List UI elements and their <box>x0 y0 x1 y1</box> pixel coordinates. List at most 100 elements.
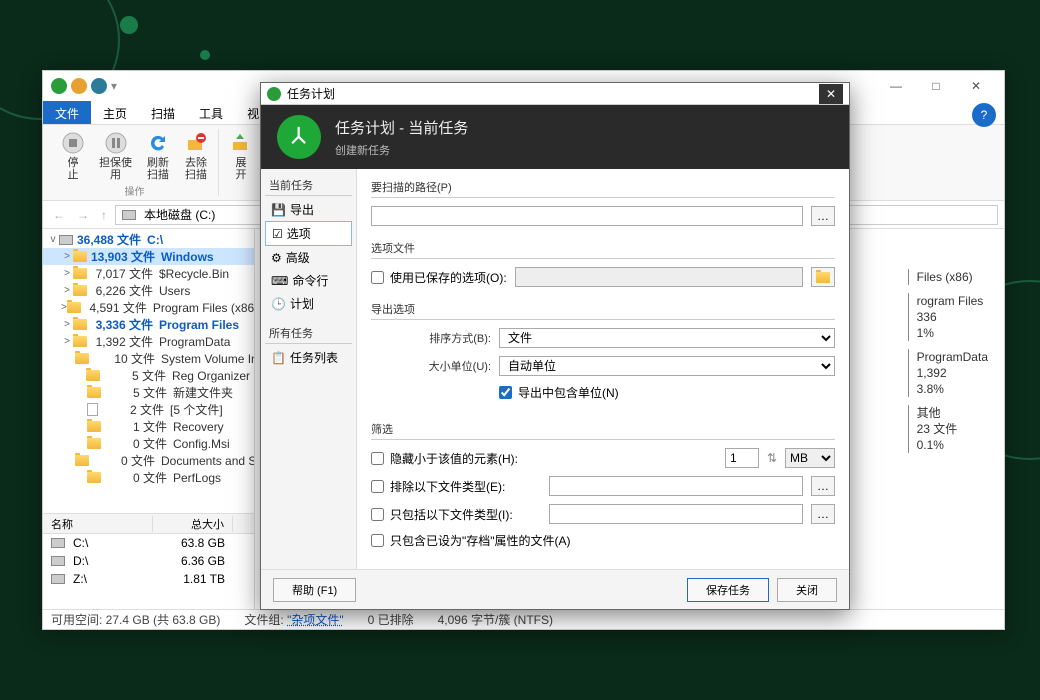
exclude-types-browse[interactable]: … <box>811 476 835 496</box>
close-button[interactable]: ✕ <box>956 72 996 100</box>
tab-home[interactable]: 主页 <box>91 101 139 124</box>
qat-dropdown-icon[interactable]: ▾ <box>111 79 117 93</box>
tree-row[interactable]: v36,488 文件C:\ <box>43 231 254 248</box>
tree-row[interactable]: >1,392 文件ProgramData <box>43 333 254 350</box>
gear-icon: ⚙ <box>271 251 282 265</box>
guarantee-button[interactable]: 担保使 用 <box>93 129 138 183</box>
only-archive-check[interactable] <box>371 534 384 547</box>
refresh-icon <box>146 131 170 155</box>
sort-select[interactable]: 文件 <box>499 328 835 348</box>
drive-icon <box>51 574 65 584</box>
tab-file[interactable]: 文件 <box>43 101 91 124</box>
folder-icon <box>73 319 87 330</box>
only-types-browse[interactable]: … <box>811 504 835 524</box>
expand-button[interactable]: 展 开 <box>223 129 259 183</box>
help-button[interactable]: ? <box>972 103 996 127</box>
side-item-任务列表[interactable]: 📋任务列表 <box>265 346 352 369</box>
stat-group: ProgramData1,3923.8% <box>908 349 988 397</box>
tree-row[interactable]: 0 文件PerfLogs <box>43 469 254 486</box>
dialog-header-subtitle: 创建新任务 <box>335 142 468 158</box>
scan-path-input[interactable] <box>371 206 803 226</box>
stop-button[interactable]: 停 止 <box>55 129 91 183</box>
qat-icon-1[interactable] <box>71 78 87 94</box>
folder-icon <box>86 370 100 381</box>
stat-group: rogram Files3361% <box>908 293 988 341</box>
maximize-button[interactable]: □ <box>916 72 956 100</box>
drive-icon <box>51 556 65 566</box>
drive-table: 名称 总大小 C:\63.8 GBD:\6.36 GBZ:\1.81 TB <box>43 513 254 609</box>
list-icon: 📋 <box>271 351 286 365</box>
cmd-icon: ⌨ <box>271 274 288 288</box>
fs-filter-title: 筛选 <box>371 421 835 440</box>
drive-row[interactable]: D:\6.36 GB <box>43 552 254 570</box>
stats-overlay: Files (x86)rogram Files3361%ProgramData1… <box>908 269 988 461</box>
side-item-计划[interactable]: 🕒计划 <box>265 292 352 315</box>
exclude-types-check[interactable] <box>371 480 384 493</box>
dialog-close-button[interactable]: ✕ <box>819 84 843 104</box>
exclude-types-input[interactable] <box>549 476 803 496</box>
browse-options-button[interactable] <box>811 267 835 287</box>
only-types-input[interactable] <box>549 504 803 524</box>
tree-row[interactable]: >3,336 文件Program Files <box>43 316 254 333</box>
tab-scan[interactable]: 扫描 <box>139 101 187 124</box>
dialog-footer: 帮助 (F1) 保存任务 关闭 <box>261 569 849 609</box>
dialog-logo-icon <box>277 115 321 159</box>
status-filegroup-link[interactable]: "杂项文件" <box>287 613 344 627</box>
tree-row[interactable]: >6,226 文件Users <box>43 282 254 299</box>
minimize-button[interactable]: — <box>876 72 916 100</box>
expand-icon <box>229 131 253 155</box>
status-excluded: 0 已排除 <box>368 611 414 628</box>
hide-value-input[interactable] <box>725 448 759 468</box>
dialog-title-text: 任务计划 <box>287 85 335 102</box>
size-unit-select[interactable]: 自动单位 <box>499 356 835 376</box>
spinner-up-down-icon[interactable]: ⇅ <box>767 451 777 465</box>
nav-back[interactable]: ← <box>49 208 69 222</box>
tree-row[interactable]: >7,017 文件$Recycle.Bin <box>43 265 254 282</box>
folder-icon <box>87 421 101 432</box>
folder-icon <box>73 268 87 279</box>
status-free-space: 可用空间: 27.4 GB (共 63.8 GB) <box>51 611 220 628</box>
col-size[interactable]: 总大小 <box>153 516 233 532</box>
remove-scan-icon <box>184 131 208 155</box>
remove-button[interactable]: 去除 扫描 <box>178 129 214 183</box>
qat-icon-2[interactable] <box>91 78 107 94</box>
tree-row[interactable]: 0 文件Documents and Settings <box>43 452 254 469</box>
folder-tree[interactable]: v36,488 文件C:\>13,903 文件Windows>7,017 文件$… <box>43 229 254 513</box>
fs-paths-title: 要扫描的路径(P) <box>371 179 835 198</box>
tree-row[interactable]: >13,903 文件Windows <box>43 248 254 265</box>
save-task-button[interactable]: 保存任务 <box>687 578 769 602</box>
col-name[interactable]: 名称 <box>43 516 153 532</box>
folder-icon <box>87 438 101 449</box>
folder-icon <box>73 336 87 347</box>
tree-row[interactable]: 0 文件Config.Msi <box>43 435 254 452</box>
size-unit-label: 大小单位(U): <box>371 358 491 374</box>
drive-row[interactable]: C:\63.8 GB <box>43 534 254 552</box>
side-group-all: 所有任务 <box>265 323 352 344</box>
drive-row[interactable]: Z:\1.81 TB <box>43 570 254 588</box>
include-units-check[interactable] <box>499 386 512 399</box>
help-button[interactable]: 帮助 (F1) <box>273 578 356 602</box>
nav-up[interactable]: ↑ <box>97 208 111 222</box>
browse-path-button[interactable]: … <box>811 206 835 226</box>
tree-row[interactable]: 1 文件Recovery <box>43 418 254 435</box>
fs-export-title: 导出选项 <box>371 301 835 320</box>
side-item-导出[interactable]: 💾导出 <box>265 198 352 221</box>
side-item-高级[interactable]: ⚙高级 <box>265 246 352 269</box>
nav-forward[interactable]: → <box>73 208 93 222</box>
drive-icon <box>59 235 73 245</box>
hide-smaller-check[interactable] <box>371 452 384 465</box>
tree-row[interactable]: 10 文件System Volume Information <box>43 350 254 367</box>
close-dialog-button[interactable]: 关闭 <box>777 578 837 602</box>
tree-row[interactable]: 5 文件Reg Organizer <box>43 367 254 384</box>
tree-row[interactable]: >4,591 文件Program Files (x86) <box>43 299 254 316</box>
refresh-button[interactable]: 刷新 扫描 <box>140 129 176 183</box>
tab-tools[interactable]: 工具 <box>187 101 235 124</box>
tree-row[interactable]: 5 文件新建文件夹 <box>43 384 254 401</box>
tree-row[interactable]: 2 文件[5 个文件] <box>43 401 254 418</box>
side-item-选项[interactable]: ☑选项 <box>265 221 352 246</box>
use-saved-options-check[interactable] <box>371 271 384 284</box>
hide-unit-select[interactable]: MB <box>785 448 835 468</box>
dialog-header-title: 任务计划 - 当前任务 <box>335 117 468 138</box>
side-item-命令行[interactable]: ⌨命令行 <box>265 269 352 292</box>
only-types-check[interactable] <box>371 508 384 521</box>
